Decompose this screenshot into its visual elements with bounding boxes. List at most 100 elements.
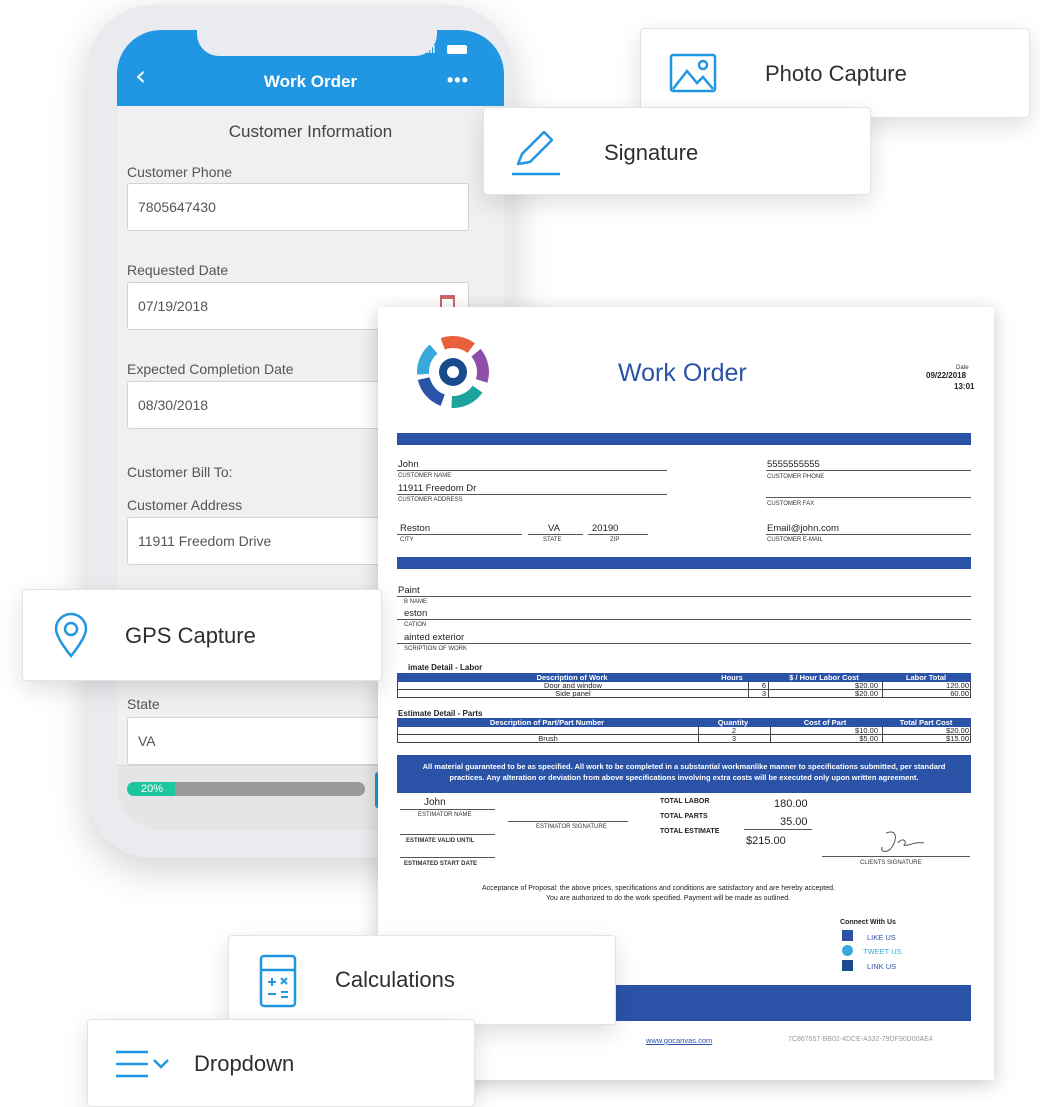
total-parts-label: TOTAL PARTS bbox=[660, 813, 708, 820]
card-label: Dropdown bbox=[194, 1051, 295, 1076]
divider bbox=[766, 470, 971, 471]
field-caption: B NAME bbox=[404, 599, 428, 605]
field-label: Requested Date bbox=[127, 262, 229, 278]
acceptance-text: Acceptance of Proposal: the above prices… bbox=[482, 885, 835, 892]
total-estimate-value: $215.00 bbox=[746, 835, 786, 847]
section-title: Customer Information bbox=[228, 122, 393, 141]
customer-phone-field[interactable]: 7805647430 bbox=[127, 183, 469, 231]
company-logo bbox=[417, 336, 489, 408]
divider bbox=[528, 534, 583, 535]
cell: 2 bbox=[731, 726, 737, 735]
table-row: Door and window 6 $20.00 120.00 bbox=[397, 682, 971, 690]
total-labor-label: TOTAL LABOR bbox=[660, 798, 710, 805]
document-title: Work Order bbox=[618, 359, 747, 387]
photo-capture-card: Photo Capture bbox=[640, 28, 1030, 118]
divider bbox=[744, 829, 812, 830]
table-row: Side panel 3 $20.00 60.00 bbox=[397, 690, 971, 698]
social-link[interactable]: LIKE US bbox=[867, 933, 896, 942]
customer-address: 11911 Freedom Dr bbox=[398, 483, 477, 494]
app-title: Work Order bbox=[263, 72, 358, 91]
image-icon bbox=[669, 53, 717, 93]
column-header: Description of Part/Part Number bbox=[489, 718, 605, 727]
card-label: Photo Capture bbox=[765, 61, 907, 86]
field-label: Customer Phone bbox=[127, 164, 233, 180]
battery-icon bbox=[447, 45, 467, 54]
map-pin-icon bbox=[54, 612, 88, 658]
card-label: Signature bbox=[604, 140, 699, 165]
pencil-icon bbox=[512, 130, 560, 176]
linkedin-icon[interactable] bbox=[842, 960, 853, 971]
cell: $20.00 bbox=[855, 681, 878, 690]
divider bbox=[397, 494, 667, 495]
connect-heading: Connect With Us bbox=[840, 919, 896, 926]
date-value: 09/22/2018 bbox=[926, 371, 967, 380]
cell: Brush bbox=[538, 734, 558, 743]
footer-website-link[interactable]: www.gocanvas.com bbox=[646, 1036, 712, 1045]
column-header: Hours bbox=[721, 673, 743, 682]
divider bbox=[766, 534, 971, 535]
customer-state: VA bbox=[548, 523, 560, 534]
header-bar bbox=[397, 433, 971, 445]
cell: 120.00 bbox=[946, 681, 969, 690]
section-bar bbox=[397, 557, 971, 569]
total-estimate-label: TOTAL ESTIMATE bbox=[660, 828, 720, 835]
cell: 60.00 bbox=[950, 689, 969, 698]
customer-name: John bbox=[398, 459, 419, 470]
more-horizontal-icon[interactable]: ••• bbox=[447, 70, 469, 91]
field-caption: CUSTOMER NAME bbox=[398, 473, 452, 479]
footer-document-id: 7C867657-BB02-4DCE-A332-79DF90D00AE4 bbox=[788, 1036, 933, 1043]
phone-notch bbox=[197, 30, 437, 56]
dropdown-card: Dropdown bbox=[87, 1019, 475, 1107]
social-link[interactable]: LINK US bbox=[867, 962, 896, 971]
app-bar: .ıl ‹ Work Order ••• bbox=[117, 30, 504, 106]
table-row: Brush 3 $5.00 $15.00 bbox=[397, 735, 971, 743]
field-label: Expected Completion Date bbox=[127, 361, 294, 377]
labor-table-header: Description of Work Hours $ / Hour Labor… bbox=[397, 673, 971, 682]
cell: 3 bbox=[761, 689, 766, 698]
divider bbox=[766, 497, 971, 498]
divider bbox=[397, 534, 522, 535]
customer-zip: 20190 bbox=[592, 523, 619, 534]
client-signature-mark bbox=[881, 831, 925, 852]
cell: $5.00 bbox=[859, 734, 878, 743]
social-link[interactable]: TWEET US bbox=[863, 947, 902, 956]
divider bbox=[400, 857, 495, 858]
list-chevron-icon bbox=[116, 1050, 169, 1078]
field-caption: ESTIMATED START DATE bbox=[404, 861, 477, 867]
calculations-card: Calculations bbox=[228, 935, 616, 1025]
field-caption: CUSTOMER ADDRESS bbox=[398, 497, 463, 503]
cell: $15.00 bbox=[946, 734, 969, 743]
time-value: 13:01 bbox=[954, 382, 975, 391]
field-caption: CUSTOMER E-MAIL bbox=[767, 537, 823, 543]
customer-phone: 5555555555 bbox=[767, 459, 820, 470]
parts-table-header: Description of Part/Part Number Quantity… bbox=[397, 718, 971, 727]
cell: 3 bbox=[731, 734, 737, 743]
progress-fill: 20% bbox=[127, 782, 175, 796]
labor-heading: imate Detail - Labor bbox=[408, 663, 483, 672]
twitter-icon[interactable] bbox=[842, 945, 853, 956]
divider bbox=[397, 643, 971, 644]
calculator-icon bbox=[259, 954, 297, 1008]
cell: Side panel bbox=[555, 689, 591, 698]
job-description: ainted exterior bbox=[404, 632, 465, 643]
signal-icon: .ıl bbox=[427, 45, 436, 56]
gps-capture-card: GPS Capture bbox=[22, 589, 382, 681]
terms-notice: All material guaranteed to be as specifi… bbox=[397, 755, 971, 793]
cell: 6 bbox=[761, 681, 766, 690]
facebook-icon[interactable] bbox=[842, 930, 853, 941]
customer-email: Email@john.com bbox=[767, 523, 839, 534]
progress-bar: 20% bbox=[127, 782, 365, 796]
field-caption: ESTIMATE VALID UNTIL bbox=[406, 838, 475, 844]
field-label: Customer Bill To: bbox=[127, 464, 233, 480]
field-caption: ESTIMATOR NAME bbox=[418, 812, 472, 818]
field-caption: CATION bbox=[404, 622, 427, 628]
field-caption: STATE bbox=[543, 537, 562, 543]
divider bbox=[400, 834, 495, 835]
field-caption: CUSTOMER FAX bbox=[767, 501, 815, 507]
field-caption: CLIENTS SIGNATURE bbox=[860, 860, 922, 866]
field-caption: ESTIMATOR SIGNATURE bbox=[536, 824, 607, 830]
job-name: Paint bbox=[398, 585, 420, 596]
divider bbox=[822, 856, 970, 857]
divider bbox=[397, 619, 971, 620]
cell: $20.00 bbox=[855, 689, 878, 698]
